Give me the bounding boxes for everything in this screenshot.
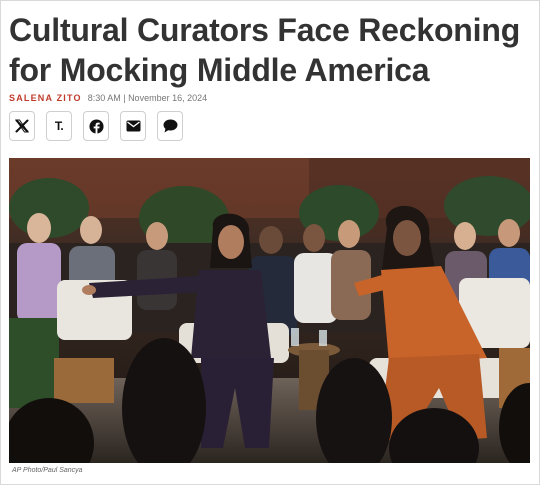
article-photo (9, 158, 530, 463)
facebook-icon (88, 118, 104, 134)
event-stage-photo (9, 158, 530, 463)
truth-social-share-button[interactable]: T. (46, 111, 72, 141)
truth-social-icon: T. (54, 119, 64, 133)
envelope-icon (126, 120, 140, 132)
share-bar: T. (9, 111, 183, 141)
comment-icon (163, 119, 177, 133)
article-headline: Cultural Curators Face Reckoning for Moc… (9, 12, 521, 88)
facebook-share-button[interactable] (83, 111, 109, 141)
photo-credit: AP Photo/Paul Sancya (12, 467, 83, 474)
comment-share-button[interactable] (157, 111, 183, 141)
x-share-button[interactable] (9, 111, 35, 141)
x-icon (15, 119, 29, 133)
author-link[interactable]: SALENA ZITO (9, 93, 82, 103)
email-share-button[interactable] (120, 111, 146, 141)
publish-date: 8:30 AM | November 16, 2024 (87, 93, 208, 103)
byline: SALENA ZITO 8:30 AM | November 16, 2024 (9, 92, 207, 104)
